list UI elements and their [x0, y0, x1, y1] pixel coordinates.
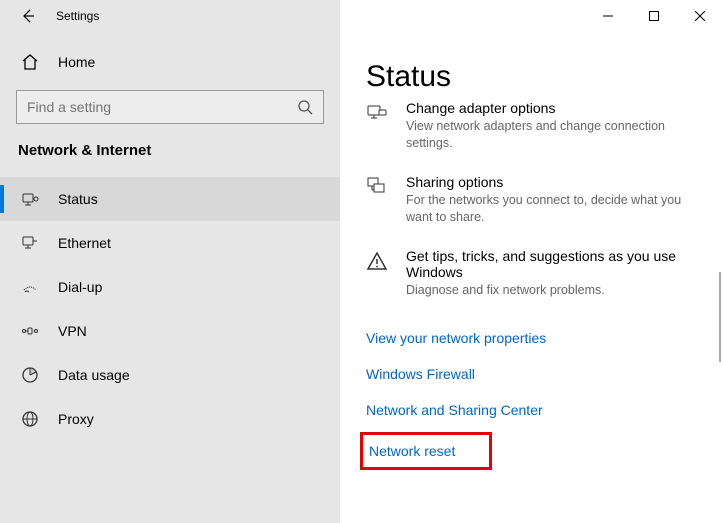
sidebar-item-label: Ethernet — [58, 235, 111, 251]
ethernet-icon — [18, 234, 42, 252]
back-button[interactable] — [8, 0, 48, 32]
sidebar-item-vpn[interactable]: VPN — [0, 309, 340, 353]
sidebar-item-label: VPN — [58, 323, 87, 339]
home-label: Home — [58, 54, 95, 70]
sidebar-item-dialup[interactable]: Dial-up — [0, 265, 340, 309]
home-icon — [18, 53, 42, 71]
sidebar-item-label: Data usage — [58, 367, 130, 383]
window-title: Settings — [56, 9, 99, 23]
setting-adapter-options[interactable]: Change adapter options View network adap… — [366, 100, 723, 152]
maximize-button[interactable] — [631, 0, 677, 32]
link-windows-firewall[interactable]: Windows Firewall — [366, 356, 723, 392]
vpn-icon — [18, 322, 42, 340]
sidebar-item-label: Status — [58, 191, 98, 207]
sidebar-item-label: Dial-up — [58, 279, 102, 295]
proxy-icon — [18, 410, 42, 428]
sidebar-item-datausage[interactable]: Data usage — [0, 353, 340, 397]
content-area: Status Change adapter options View netwo… — [340, 32, 723, 523]
home-nav[interactable]: Home — [0, 42, 340, 82]
status-icon — [18, 190, 42, 208]
search-field[interactable] — [27, 99, 297, 115]
search-input[interactable] — [16, 90, 324, 124]
scrollbar[interactable] — [719, 272, 721, 362]
setting-desc: Diagnose and fix network problems. — [406, 282, 703, 299]
minimize-button[interactable] — [585, 0, 631, 32]
link-network-reset[interactable]: Network reset — [369, 441, 455, 461]
link-network-sharing-center[interactable]: Network and Sharing Center — [366, 392, 723, 428]
link-network-properties[interactable]: View your network properties — [366, 320, 723, 356]
sharing-icon — [366, 174, 396, 226]
page-title: Status — [366, 32, 723, 104]
sidebar-item-ethernet[interactable]: Ethernet — [0, 221, 340, 265]
data-usage-icon — [18, 366, 42, 384]
dialup-icon — [18, 278, 42, 296]
adapter-icon — [366, 100, 396, 152]
setting-title: Sharing options — [406, 174, 703, 190]
sidebar-item-status[interactable]: Status — [0, 177, 340, 221]
close-button[interactable] — [677, 0, 723, 32]
sidebar: Home Network & Internet Status Ethernet — [0, 32, 340, 523]
setting-sharing-options[interactable]: Sharing options For the networks you con… — [366, 174, 723, 226]
setting-desc: View network adapters and change connect… — [406, 118, 703, 152]
setting-title: Change adapter options — [406, 100, 703, 116]
sidebar-item-label: Proxy — [58, 411, 94, 427]
setting-tips[interactable]: Get tips, tricks, and suggestions as you… — [366, 248, 723, 299]
sidebar-item-proxy[interactable]: Proxy — [0, 397, 340, 441]
category-label: Network & Internet — [0, 142, 340, 177]
warning-icon — [366, 248, 396, 299]
setting-title: Get tips, tricks, and suggestions as you… — [406, 248, 703, 280]
setting-desc: For the networks you connect to, decide … — [406, 192, 703, 226]
search-icon — [297, 99, 313, 115]
highlight-box: Network reset — [360, 432, 492, 470]
